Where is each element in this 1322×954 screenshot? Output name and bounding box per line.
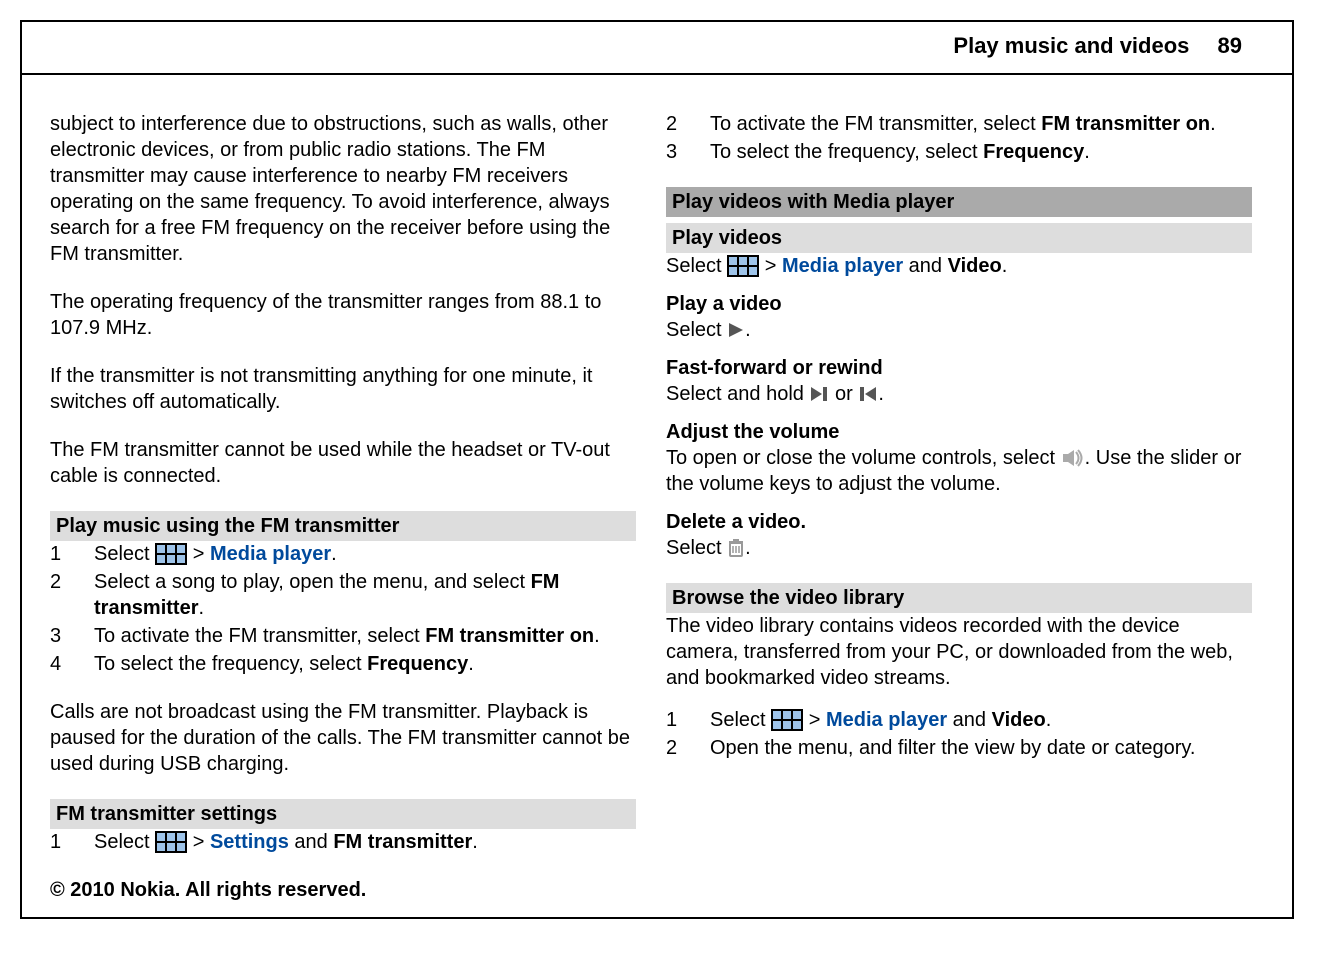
paragraph: The video library contains videos record… — [666, 613, 1252, 691]
item-number: 2 — [50, 569, 94, 621]
section-heading: Browse the video library — [666, 583, 1252, 613]
list-item: 1 Select > Media player. — [50, 541, 636, 567]
sub-heading: Delete a video. — [666, 509, 1252, 535]
item-number: 1 — [50, 541, 94, 567]
grid-icon — [155, 831, 187, 853]
item-body: Select > Media player and Video. — [710, 707, 1252, 733]
left-column: subject to interference due to obstructi… — [50, 111, 636, 861]
paragraph: The operating frequency of the transmitt… — [50, 289, 636, 341]
page-header: Play music and videos 89 — [22, 22, 1292, 75]
media-player-link[interactable]: Media player — [210, 543, 331, 565]
paragraph: subject to interference due to obstructi… — [50, 111, 636, 267]
item-body: Select > Settings and FM transmitter. — [94, 829, 636, 855]
item-number: 3 — [666, 139, 710, 165]
media-player-link[interactable]: Media player — [826, 709, 947, 731]
speaker-icon — [1061, 448, 1085, 468]
section-heading: FM transmitter settings — [50, 799, 636, 829]
list-item: 2 Open the menu, and filter the view by … — [666, 735, 1252, 761]
item-number: 2 — [666, 111, 710, 137]
item-body: To select the frequency, select Frequenc… — [94, 651, 636, 677]
section-heading: Play music using the FM transmitter — [50, 511, 636, 541]
next-icon — [809, 385, 829, 403]
sub-heading: Play a video — [666, 291, 1252, 317]
media-player-link[interactable]: Media player — [782, 255, 903, 277]
ordered-list: 1 Select > Media player. 2 Select a song… — [50, 541, 636, 677]
trash-icon — [727, 538, 745, 558]
paragraph: Calls are not broadcast using the FM tra… — [50, 699, 636, 777]
item-body: Open the menu, and filter the view by da… — [710, 735, 1252, 761]
item-body: Select > Media player. — [94, 541, 636, 567]
item-body: Select a song to play, open the menu, an… — [94, 569, 636, 621]
item-body: To activate the FM transmitter, select F… — [710, 111, 1252, 137]
page-frame: Play music and videos 89 subject to inte… — [20, 20, 1294, 919]
instruction-line: Select . — [666, 535, 1252, 561]
prev-icon — [858, 385, 878, 403]
footer-copyright: © 2010 Nokia. All rights reserved. — [22, 871, 1292, 917]
grid-icon — [155, 543, 187, 565]
instruction-line: Select > Media player and Video. — [666, 253, 1252, 279]
sub-heading: Adjust the volume — [666, 419, 1252, 445]
settings-link[interactable]: Settings — [210, 831, 289, 853]
item-number: 1 — [666, 707, 710, 733]
paragraph: The FM transmitter cannot be used while … — [50, 437, 636, 489]
list-item: 4 To select the frequency, select Freque… — [50, 651, 636, 677]
item-number: 2 — [666, 735, 710, 761]
content-columns: subject to interference due to obstructi… — [22, 75, 1292, 871]
list-item: 2 Select a song to play, open the menu, … — [50, 569, 636, 621]
grid-icon — [727, 255, 759, 277]
item-number: 4 — [50, 651, 94, 677]
ordered-list: 1 Select > Media player and Video. 2 Ope… — [666, 707, 1252, 761]
list-item: 2 To activate the FM transmitter, select… — [666, 111, 1252, 137]
sub-heading: Fast-forward or rewind — [666, 355, 1252, 381]
item-body: To select the frequency, select Frequenc… — [710, 139, 1252, 165]
list-item: 3 To activate the FM transmitter, select… — [50, 623, 636, 649]
right-column: 2 To activate the FM transmitter, select… — [666, 111, 1252, 861]
item-body: To activate the FM transmitter, select F… — [94, 623, 636, 649]
instruction-line: To open or close the volume controls, se… — [666, 445, 1252, 497]
page-number: 89 — [1218, 33, 1242, 58]
grid-icon — [771, 709, 803, 731]
list-item: 3 To select the frequency, select Freque… — [666, 139, 1252, 165]
ordered-list: 1 Select > Settings and FM transmitter. — [50, 829, 636, 855]
item-number: 1 — [50, 829, 94, 855]
paragraph: If the transmitter is not transmitting a… — [50, 363, 636, 415]
list-item: 1 Select > Settings and FM transmitter. — [50, 829, 636, 855]
section-subheading: Play videos — [666, 223, 1252, 253]
item-number: 3 — [50, 623, 94, 649]
instruction-line: Select and hold or . — [666, 381, 1252, 407]
section-heading: Play videos with Media player — [666, 187, 1252, 217]
ordered-list: 2 To activate the FM transmitter, select… — [666, 111, 1252, 165]
list-item: 1 Select > Media player and Video. — [666, 707, 1252, 733]
header-title: Play music and videos — [953, 33, 1189, 58]
play-icon — [727, 321, 745, 339]
instruction-line: Select . — [666, 317, 1252, 343]
